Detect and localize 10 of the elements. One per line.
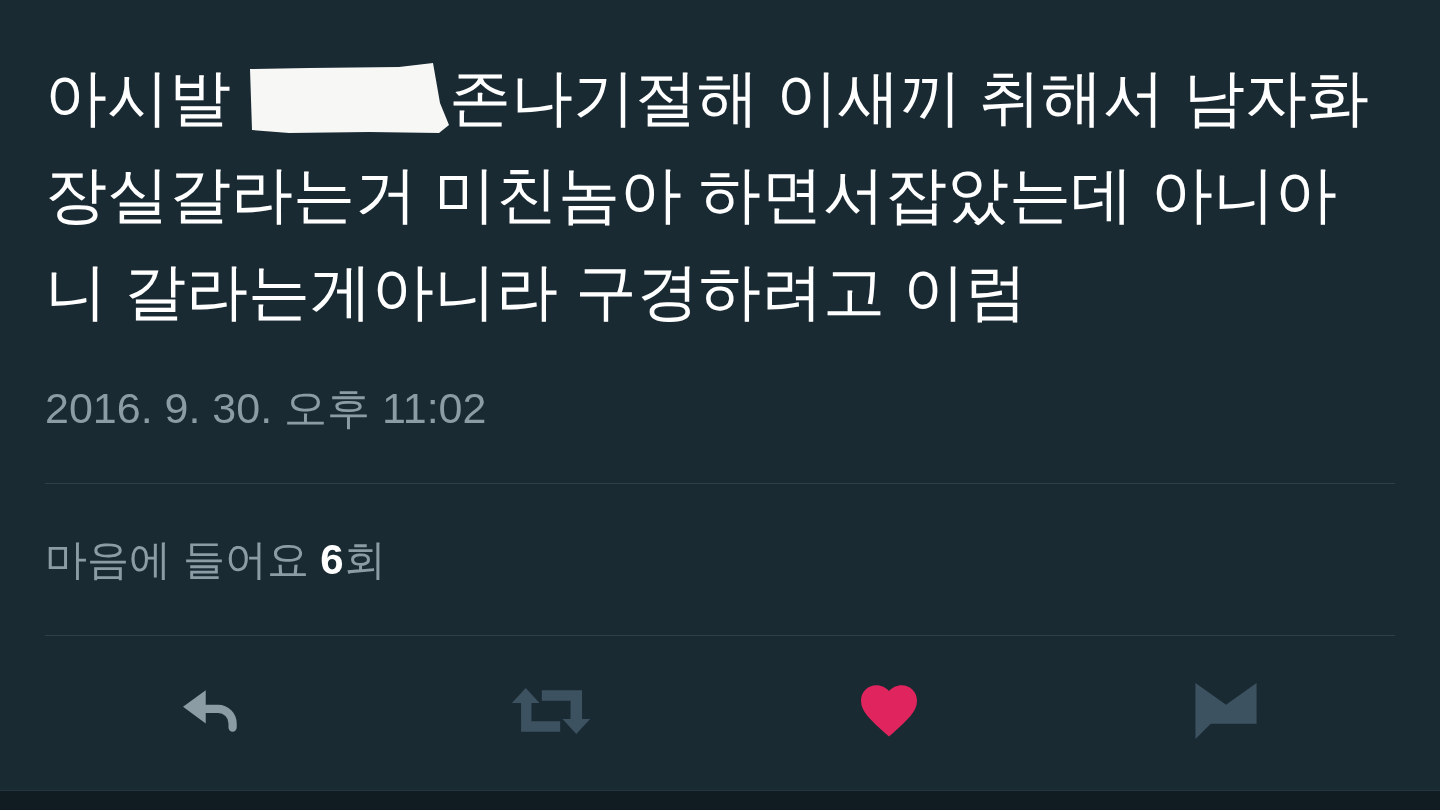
like-button[interactable] (860, 685, 917, 737)
likes-count: 마음에 들어요 6회 (45, 536, 386, 584)
tweet-text: 아시발 (45, 62, 231, 134)
tweet-text: 장실갈라는거 미친놈아 하면서잡았는데 아니아 (45, 159, 1337, 231)
tweet-text: 니 갈라는게아니라 구경하려고 이럼 (45, 256, 1027, 328)
tweet-text: 존나기절해 이새끼 취해서 남자화 (449, 62, 1369, 134)
envelope-icon (1195, 683, 1258, 739)
heart-icon (860, 685, 917, 737)
tweet-timestamp: 2016. 9. 30. 오후 11:02 (45, 384, 487, 432)
retweet-icon (511, 688, 592, 734)
